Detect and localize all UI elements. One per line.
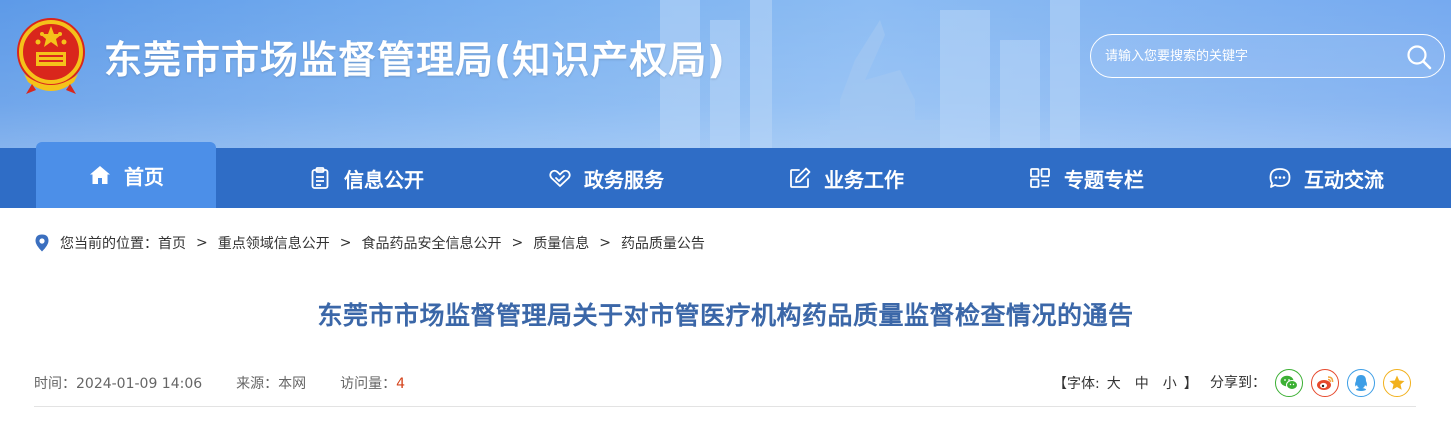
font-size-medium[interactable]: 中 xyxy=(1135,373,1149,393)
chat-icon xyxy=(1269,168,1291,188)
clipboard-icon xyxy=(311,167,329,189)
nav-label: 首页 xyxy=(124,164,164,189)
heart-hands-icon xyxy=(549,169,571,187)
nav-item-special-topics[interactable]: 专题专栏 xyxy=(996,148,1176,208)
font-size-small[interactable]: 小 xyxy=(1163,373,1177,393)
search-icon[interactable] xyxy=(1404,42,1434,72)
publish-time: 时间：2024-01-09 14:06 xyxy=(34,376,203,392)
breadcrumb-separator: > xyxy=(339,235,352,251)
font-size-control: 【字体: 大 中 小 】 xyxy=(1053,373,1198,393)
nav-label: 专题专栏 xyxy=(1064,167,1144,192)
breadcrumb: 您当前的位置： 首页 > 重点领域信息公开 > 食品药品安全信息公开 > 质量信… xyxy=(34,232,705,254)
search-input[interactable] xyxy=(1105,35,1395,77)
nav-item-info-disclosure[interactable]: 信息公开 xyxy=(276,148,456,208)
search-box xyxy=(1090,34,1445,78)
nav-label: 信息公开 xyxy=(344,167,424,192)
wechat-icon xyxy=(1280,375,1298,390)
share-qq-button[interactable] xyxy=(1347,369,1375,397)
breadcrumb-link-drug-quality[interactable]: 药品质量公告 xyxy=(621,233,705,253)
edit-icon xyxy=(790,167,811,188)
main-nav: 首页 信息公开 政务服务 业务工作 专题专栏 互动交流 xyxy=(0,142,1451,208)
breadcrumb-separator: > xyxy=(196,235,208,251)
article-source: 来源：本网 xyxy=(236,376,307,392)
content-divider xyxy=(34,406,1416,407)
share-label: 分享到： xyxy=(1210,375,1266,391)
site-title: 东莞市市场监督管理局(知识产权局) xyxy=(104,38,726,82)
nav-label: 互动交流 xyxy=(1304,167,1384,192)
nav-label: 业务工作 xyxy=(824,167,904,192)
qzone-icon xyxy=(1389,375,1405,390)
grid-icon xyxy=(1030,168,1050,188)
location-pin-icon xyxy=(35,234,49,252)
article-title: 东莞市市场监督管理局关于对市管医疗机构药品质量监督检查情况的通告 xyxy=(317,301,1134,330)
article-meta: 时间：2024-01-09 14:06 来源：本网 访问量：4 xyxy=(34,373,439,393)
nav-item-home[interactable]: 首页 xyxy=(36,142,216,208)
font-control-open: 【字体: xyxy=(1053,376,1100,392)
font-size-large[interactable]: 大 xyxy=(1107,373,1121,393)
share-weibo-button[interactable] xyxy=(1311,369,1339,397)
weibo-icon xyxy=(1317,376,1334,390)
breadcrumb-prefix: 您当前的位置： xyxy=(60,236,158,252)
qq-icon xyxy=(1355,375,1367,391)
breadcrumb-separator: > xyxy=(511,235,524,251)
breadcrumb-link-home[interactable]: 首页 xyxy=(158,233,186,253)
visit-count-label: 访问量： xyxy=(340,376,397,392)
visit-count-value: 4 xyxy=(396,376,406,392)
font-control-close: 】 xyxy=(1183,376,1198,392)
national-emblem-logo xyxy=(17,18,85,94)
share-wechat-button[interactable] xyxy=(1275,369,1303,397)
nav-item-interaction[interactable]: 互动交流 xyxy=(1236,148,1416,208)
nav-item-gov-services[interactable]: 政务服务 xyxy=(516,148,696,208)
nav-item-business-work[interactable]: 业务工作 xyxy=(756,148,936,208)
breadcrumb-link-food-drug[interactable]: 食品药品安全信息公开 xyxy=(361,233,501,253)
breadcrumb-separator: > xyxy=(599,235,611,251)
site-header: 东莞市市场监督管理局(知识产权局) xyxy=(0,0,1451,148)
nav-label: 政务服务 xyxy=(584,167,664,192)
share-qzone-button[interactable] xyxy=(1383,369,1411,397)
home-icon xyxy=(90,166,110,184)
breadcrumb-link-quality-info[interactable]: 质量信息 xyxy=(533,233,589,253)
visit-count: 访问量：4 xyxy=(340,373,405,393)
breadcrumb-link-key-areas[interactable]: 重点领域信息公开 xyxy=(218,233,330,253)
